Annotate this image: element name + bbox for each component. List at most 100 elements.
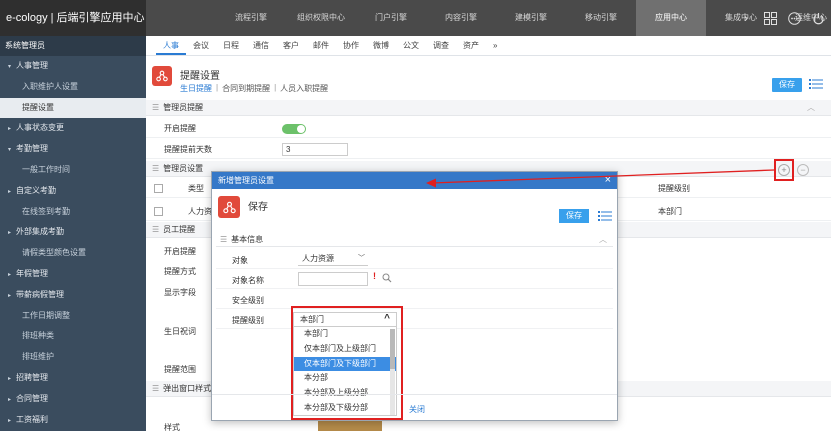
- sidebar-title: 系统管理员: [0, 36, 146, 56]
- sidebar-item-label: 工资福利: [16, 414, 48, 424]
- top-nav-item-modeling[interactable]: 建模引擎: [496, 0, 566, 36]
- tab-assets[interactable]: 资产: [456, 36, 486, 55]
- section-title: 弹出窗口样式: [163, 384, 212, 393]
- top-nav-item-workflow[interactable]: 流程引擎: [216, 0, 286, 36]
- sidebar-item-salary[interactable]: ▸ 工资福利: [0, 410, 146, 431]
- sidebar-item-attendance[interactable]: ▾ 考勤管理: [0, 139, 146, 160]
- link-birthday-remind[interactable]: 生日提醒: [180, 83, 212, 94]
- sidebar: 系统管理员 ▾ 人事管理 入职维护人设置 提醒设置 ▸ 人事状态变更 ▾ 考勤管理 一…: [0, 36, 146, 431]
- sidebar-item-onboard-maint[interactable]: 入职维护人设置: [0, 77, 146, 98]
- list-menu-icon[interactable]: [808, 76, 824, 92]
- top-nav-item-content[interactable]: 内容引擎: [426, 0, 496, 36]
- add-admin-modal: 新增管理员设置 × 保存 保存 ☰ 基本信息 ︿ 对象 人力资源 ﹀ 对象名称 ! …: [211, 171, 618, 421]
- select-all-checkbox[interactable]: [154, 184, 163, 193]
- tab-document[interactable]: 公文: [396, 36, 426, 55]
- row-type: 人力资: [188, 207, 212, 216]
- sidebar-item-shift-types[interactable]: 排班种类: [0, 326, 146, 347]
- tab-mail[interactable]: 邮件: [306, 36, 336, 55]
- tab-collab[interactable]: 协作: [336, 36, 366, 55]
- required-mark: !: [373, 271, 376, 281]
- close-link[interactable]: 关闭: [409, 404, 425, 415]
- more-icon[interactable]: [787, 11, 801, 25]
- save-button[interactable]: 保存: [772, 78, 802, 92]
- top-nav-item-blank[interactable]: [146, 0, 216, 36]
- sidebar-item-custom-attendance[interactable]: ▸ 自定义考勤: [0, 181, 146, 202]
- chevron-up-icon[interactable]: ︿: [599, 232, 607, 247]
- annotation-box-plus: [774, 159, 794, 181]
- link-contract-remind[interactable]: 合同到期提醒: [222, 83, 270, 94]
- sidebar-item-label: 带薪病假管理: [16, 289, 64, 299]
- caret-down-icon: ▾: [8, 147, 12, 154]
- sidebar-item-recruit[interactable]: ▸ 招聘管理: [0, 368, 146, 389]
- menu-icon: ☰: [152, 384, 160, 393]
- sidebar-item-shift-maint[interactable]: 排班维护: [0, 347, 146, 368]
- row-level: 提醒级别: [216, 309, 613, 329]
- caret-right-icon: ▸: [8, 396, 12, 403]
- power-icon[interactable]: [811, 11, 825, 25]
- tab-customer[interactable]: 客户: [276, 36, 306, 55]
- list-menu-icon[interactable]: [597, 208, 613, 224]
- page-sublinks: 生日提醒 | 合同到期提醒 | 人员入职提醒: [180, 83, 328, 94]
- tab-weibo[interactable]: 微博: [366, 36, 396, 55]
- sidebar-item-hr[interactable]: ▾ 人事管理: [0, 56, 146, 77]
- menu-icon: ☰: [220, 235, 228, 244]
- tab-hr[interactable]: 人事: [156, 36, 186, 55]
- sidebar-item-work-hours[interactable]: 一般工作时间: [0, 160, 146, 181]
- sidebar-item-label: 年假管理: [16, 268, 48, 278]
- top-nav-item-app-center[interactable]: 应用中心: [636, 0, 706, 36]
- section-title: 管理员提醒: [163, 103, 204, 112]
- sidebar-item-label: 合同管理: [16, 393, 48, 403]
- advance-days-input[interactable]: 3: [282, 143, 348, 156]
- sidebar-item-label: 考勤管理: [16, 144, 48, 154]
- chevron-right-icon[interactable]: ›: [739, 11, 753, 25]
- section-title: 基本信息: [231, 235, 264, 244]
- sub-tabs: 人事 会议 日程 通信 客户 邮件 协作 微博 公文 调查 资产 »: [146, 36, 831, 56]
- sidebar-item-leave-colors[interactable]: 请假类型颜色设置: [0, 243, 146, 264]
- label-method: 提醒方式: [164, 267, 196, 276]
- tab-survey[interactable]: 调查: [426, 36, 456, 55]
- page-header: 提醒设置 生日提醒 | 合同到期提醒 | 人员入职提醒 保存: [146, 58, 831, 98]
- caret-down-icon: ▾: [8, 64, 12, 70]
- sidebar-item-workday-adjust[interactable]: 工作日期调整: [0, 306, 146, 327]
- sidebar-item-annual-leave[interactable]: ▸ 年假管理: [0, 264, 146, 285]
- enable-toggle[interactable]: [282, 124, 306, 134]
- sidebar-item-status-change[interactable]: ▸ 人事状态变更: [0, 118, 146, 139]
- top-nav-item-org[interactable]: 组织权限中心: [286, 0, 356, 36]
- label-fields: 显示字段: [164, 288, 196, 297]
- enable-label: 开启提醒: [164, 124, 196, 133]
- row-object: 对象 人力资源 ﹀: [216, 249, 613, 269]
- sidebar-item-remind-settings[interactable]: 提醒设置: [0, 97, 146, 119]
- modal-header: 新增管理员设置 ×: [212, 172, 617, 189]
- modal-heading: 保存: [248, 202, 268, 213]
- top-nav-item-mobile[interactable]: 移动引擎: [566, 0, 636, 36]
- object-name-input[interactable]: [298, 272, 368, 286]
- remove-icon[interactable]: −: [797, 164, 809, 176]
- menu-icon: ☰: [152, 225, 160, 234]
- tab-meeting[interactable]: 会议: [186, 36, 216, 55]
- col-type: 类型: [188, 184, 204, 193]
- label-scope: 提醒范围: [164, 365, 196, 374]
- close-icon[interactable]: ×: [605, 172, 611, 189]
- sidebar-item-sick-leave[interactable]: ▸ 带薪病假管理: [0, 285, 146, 306]
- sidebar-item-external-attendance[interactable]: ▸ 外部集成考勤: [0, 222, 146, 243]
- sidebar-item-online-checkin[interactable]: 在线签到考勤: [0, 202, 146, 223]
- label-enable: 开启提醒: [164, 247, 196, 256]
- row-checkbox[interactable]: [154, 207, 163, 216]
- grid-icon[interactable]: [763, 11, 777, 25]
- object-label: 对象: [232, 256, 248, 265]
- tab-contacts[interactable]: 通信: [246, 36, 276, 55]
- search-icon[interactable]: [382, 273, 392, 283]
- sidebar-item-contract[interactable]: ▸ 合同管理: [0, 389, 146, 410]
- object-select[interactable]: 人力资源 ﹀: [298, 252, 368, 266]
- chevron-up-icon[interactable]: ︿: [807, 100, 815, 116]
- tab-more[interactable]: »: [486, 36, 504, 55]
- top-nav-item-portal[interactable]: 门户引擎: [356, 0, 426, 36]
- label-greeting: 生日祝词: [164, 327, 196, 336]
- separator: |: [216, 83, 219, 92]
- modal-save-button[interactable]: 保存: [559, 209, 589, 223]
- tab-schedule[interactable]: 日程: [216, 36, 246, 55]
- object-value: 人力资源: [302, 254, 334, 263]
- caret-right-icon: ▸: [8, 375, 12, 382]
- link-onboard-remind[interactable]: 人员入职提醒: [280, 83, 328, 94]
- row-level: 本部门: [658, 207, 682, 216]
